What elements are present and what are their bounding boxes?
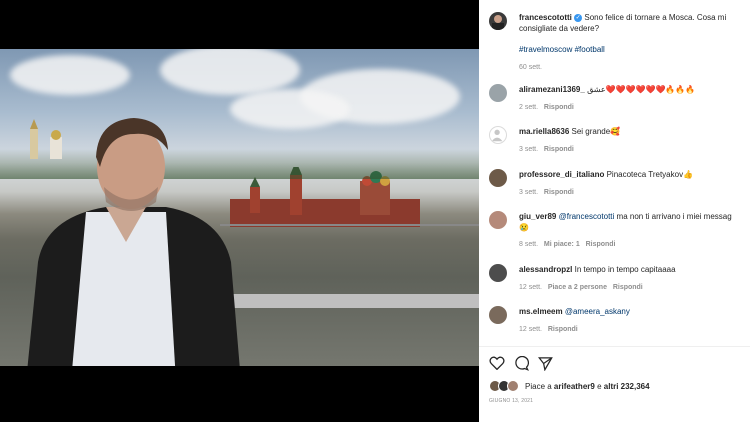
comment-text: In tempo in tempo capitaaaa [574,265,676,274]
commenter-avatar[interactable] [489,169,507,187]
comment-text-continued: 😢 [519,223,529,232]
reply-button[interactable]: Rispondi [544,104,574,111]
commenter-username[interactable]: aliramezani1369_ [519,85,585,94]
liked-by-avatars[interactable] [489,380,523,392]
actions-divider [479,346,750,347]
likes-summary[interactable]: Piace a arifeather9 e altri 232,364 [525,382,650,391]
reply-button[interactable]: Rispondi [544,189,574,196]
reply-button[interactable]: Rispondi [613,284,643,291]
person-figure [27,118,240,366]
comment-text: Sei grande🥰 [571,127,621,136]
reply-button[interactable]: Rispondi [586,241,616,248]
post-date: GIUGNO 13, 2021 [489,398,534,404]
commenter-avatar[interactable] [489,211,507,229]
reply-button[interactable]: Rispondi [548,326,578,333]
commenter-username[interactable]: ma.riella8636 [519,127,569,136]
commenter-avatar[interactable] [489,84,507,102]
comment-mention[interactable]: @francescototti [559,212,615,221]
commenter-avatar[interactable] [489,306,507,324]
likes-count[interactable]: altri 232,364 [604,382,650,391]
comment-icon[interactable] [514,356,529,371]
commenter-username[interactable]: alessandropzl [519,265,572,274]
commenter-avatar[interactable] [489,264,507,282]
commenter-username[interactable]: giu_ver89 [519,212,556,221]
comment-likes[interactable]: Piace a 2 persone [548,284,607,291]
post-sidebar: francescototti ✓ Sono felice di tornare … [479,0,750,422]
author-avatar[interactable] [489,12,507,30]
comment-time: 2 sett. [519,104,539,111]
heart-icon[interactable] [489,356,505,370]
verified-icon: ✓ [574,13,583,22]
comment-time: 3 sett. [519,146,539,153]
comment-text: Pinacoteca Tretyakov👍 [606,170,694,179]
post-age: 60 sett. [519,64,542,71]
comment-time: 3 sett. [519,189,539,196]
reply-button[interactable]: Rispondi [544,146,574,153]
likes-conjunction: e [597,382,602,391]
comment-time: 8 sett. [519,241,539,248]
likes-prefix: Piace a [525,382,552,391]
commenter-avatar[interactable] [489,126,507,144]
commenter-username[interactable]: professore_di_italiano [519,170,604,179]
comment-time: 12 sett. [519,284,542,291]
post-photo[interactable] [0,49,479,366]
author-username[interactable]: francescototti [519,13,572,22]
comment-text: ma non ti arrivano i miei messag [616,212,732,221]
commenter-username[interactable]: ms.elmeem [519,307,563,316]
caption-hashtags[interactable]: #travelmoscow #football [519,45,605,54]
post-media-area [0,0,479,422]
comment-likes[interactable]: Mi piace: 1 [544,241,580,248]
comment-time: 12 sett. [519,326,542,333]
likes-user[interactable]: arifeather9 [554,382,595,391]
share-icon[interactable] [538,356,553,371]
comment-text: عشق❤️❤️❤️❤️❤️❤️🔥🔥🔥 [587,85,696,94]
comment-mention[interactable]: @ameera_askany [565,307,630,316]
